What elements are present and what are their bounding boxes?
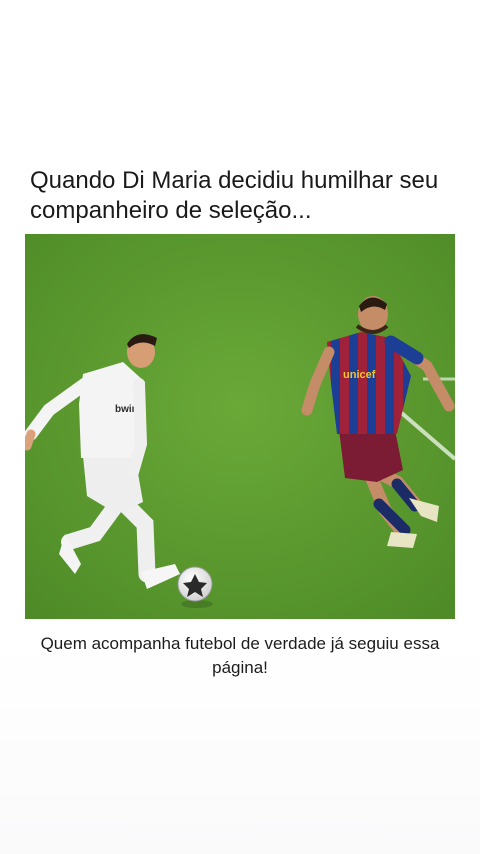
video-frame[interactable]: bwin unicef bbox=[25, 234, 455, 619]
jersey-right-sponsor: unicef bbox=[343, 369, 376, 381]
football-scene: bwin unicef bbox=[25, 234, 455, 619]
post-headline: Quando Di Maria decidiu humilhar seu com… bbox=[30, 167, 439, 224]
post-caption: Quem acompanha futebol de verdade já seg… bbox=[40, 634, 440, 677]
